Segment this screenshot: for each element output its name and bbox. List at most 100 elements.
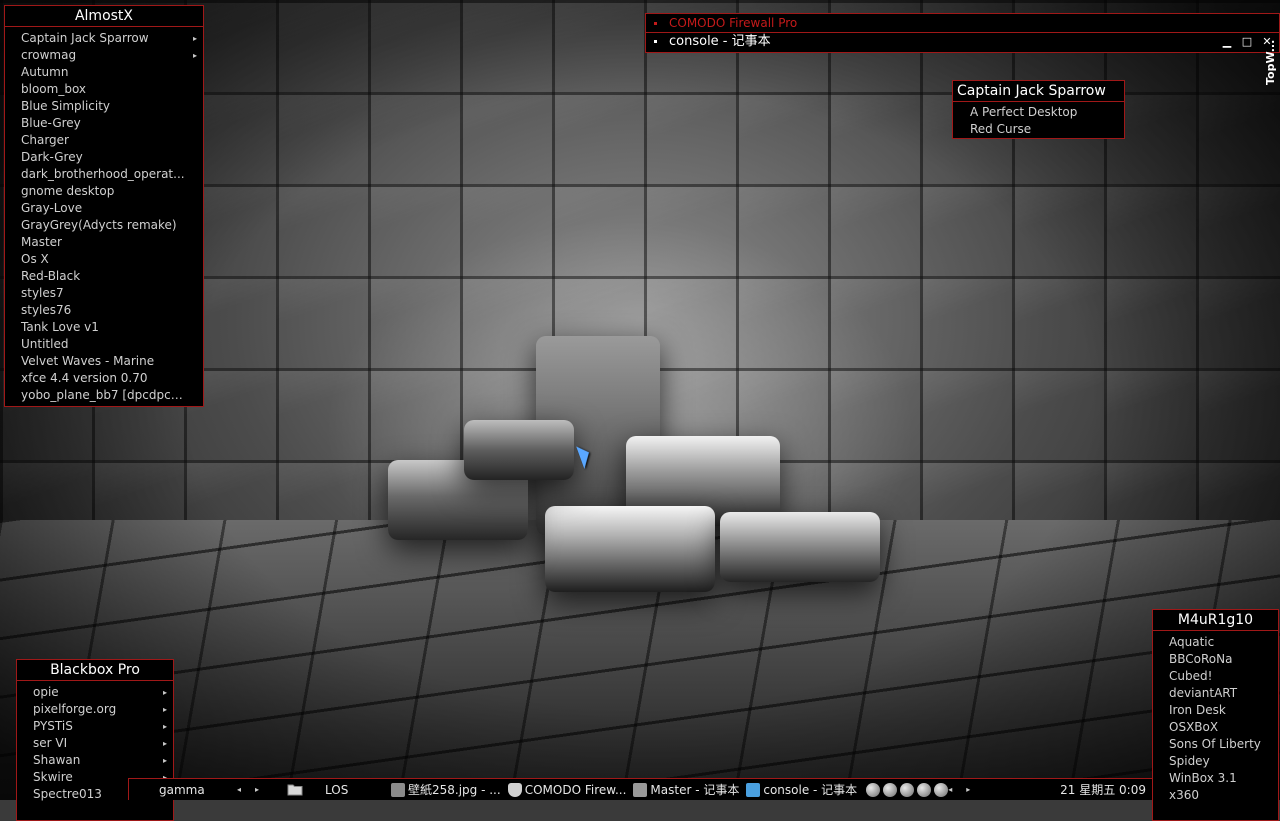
submenu-arrow-icon: ▸ [162, 739, 167, 748]
menu-item-charger[interactable]: Charger [5, 132, 203, 149]
menu-item-spidey[interactable]: Spidey [1153, 753, 1278, 770]
task-wallpaper[interactable]: 壁紙258.jpg - ... [389, 779, 506, 801]
captain-jack-sparrow-submenu: Captain Jack Sparrow A Perfect Desktop R… [952, 80, 1125, 139]
menu-item-pixelforge[interactable]: pixelforge.org ▸ [17, 701, 173, 718]
menu-item-label: opie [33, 685, 59, 699]
menu-item-tank-love[interactable]: Tank Love v1 [5, 319, 203, 336]
image-file-icon [391, 782, 405, 797]
minimize-icon[interactable]: ▁ [1221, 33, 1233, 51]
topwindow-label[interactable]: TopW... [1264, 40, 1280, 85]
submenu-list: A Perfect Desktop Red Curse [953, 102, 1124, 138]
workspace-los[interactable]: LOS [317, 779, 389, 801]
menu-item-blue-simplicity[interactable]: Blue Simplicity [5, 98, 203, 115]
system-tray [866, 782, 949, 797]
network-tray-icon[interactable] [883, 782, 898, 797]
almostx-menu: AlmostX Captain Jack Sparrow ▸ crowmag ▸ A… [4, 5, 204, 407]
menu-item-cubed[interactable]: Cubed! [1153, 668, 1278, 685]
window-list: COMODO Firewall Pro console - 记事本 ▁ □ ✕ [645, 13, 1280, 53]
submenu-arrow-icon: ▸ [192, 34, 197, 43]
menu-item-yobo-plane[interactable]: yobo_plane_bb7 [dpcdpc1... [5, 387, 203, 404]
menu-item-captain-jack-sparrow[interactable]: Captain Jack Sparrow ▸ [5, 30, 203, 47]
task-console-notepad[interactable]: console - 记事本 [744, 779, 862, 801]
menu-item-dark-grey[interactable]: Dark-Grey [5, 149, 203, 166]
window-title: console - 记事本 [669, 34, 771, 49]
submenu-arrow-icon: ▸ [162, 722, 167, 731]
shield-icon [507, 782, 522, 797]
folder-glyph [287, 784, 303, 796]
menu-item-crowmag[interactable]: crowmag ▸ [5, 47, 203, 64]
menu-item-label: PYSTiS [33, 719, 73, 733]
menu-item-shawan[interactable]: Shawan ▸ [17, 752, 173, 769]
submenu-arrow-icon: ▸ [162, 756, 167, 765]
submenu-title: Captain Jack Sparrow [953, 81, 1124, 102]
volume-tray-icon[interactable] [900, 782, 915, 797]
submenu-arrow-icon: ▸ [162, 688, 167, 697]
app2-tray-icon[interactable] [934, 782, 949, 797]
menu-item-aquatic[interactable]: Aquatic [1153, 634, 1278, 651]
menu-item-styles76[interactable]: styles76 [5, 302, 203, 319]
menu-item-graygrey[interactable]: GrayGrey(Adycts remake) [5, 217, 203, 234]
tray-prev-arrow-icon[interactable]: ◂ [948, 779, 966, 801]
menu-item-label: crowmag [21, 48, 77, 62]
menu-item-bloom-box[interactable]: bloom_box [5, 81, 203, 98]
workspace-prev-arrow-icon[interactable]: ◂ [237, 779, 255, 801]
menu-item-styles7[interactable]: styles7 [5, 285, 203, 302]
workspace-name[interactable]: gamma [129, 779, 237, 801]
notepad-icon [633, 782, 648, 797]
menu-item-iron-desk[interactable]: Iron Desk [1153, 702, 1278, 719]
menu-item-dark-brotherhood[interactable]: dark_brotherhood_operat... [5, 166, 203, 183]
task-label: COMODO Firew... [524, 782, 627, 797]
menu-item-deviantart[interactable]: deviantART [1153, 685, 1278, 702]
window-item-comodo[interactable]: COMODO Firewall Pro [646, 14, 1279, 33]
menu-item-winbox[interactable]: WinBox 3.1 [1153, 770, 1278, 787]
task-label: Master - 记事本 [650, 783, 740, 797]
menu-item-a-perfect-desktop[interactable]: A Perfect Desktop [953, 104, 1124, 121]
app-tray-icon[interactable] [917, 782, 932, 797]
menu-item-sons-of-liberty[interactable]: Sons Of Liberty [1153, 736, 1278, 753]
window-item-console[interactable]: console - 记事本 ▁ □ ✕ [646, 33, 1279, 51]
task-comodo[interactable]: COMODO Firew... [506, 779, 632, 801]
menu-item-xfce[interactable]: xfce 4.4 version 0.70 [5, 370, 203, 387]
task-label: console - 记事本 [763, 783, 858, 797]
submenu-arrow-icon: ▸ [162, 705, 167, 714]
menu-item-label: ser VI [33, 736, 68, 750]
m4ur1g10-menu-list: Aquatic BBCoRoNa Cubed! deviantART Iron … [1153, 631, 1278, 804]
menu-item-autumn[interactable]: Autumn [5, 64, 203, 81]
tray-next-arrow-icon[interactable]: ▸ [966, 779, 984, 801]
menu-item-ser-vi[interactable]: ser VI ▸ [17, 735, 173, 752]
menu-item-gray-love[interactable]: Gray-Love [5, 200, 203, 217]
menu-item-label: Skwire [33, 770, 73, 784]
m4ur1g10-menu: M4uR1g10 Aquatic BBCoRoNa Cubed! deviant… [1152, 609, 1279, 821]
menu-item-untitled[interactable]: Untitled [5, 336, 203, 353]
task-master-notepad[interactable]: Master - 记事本 [631, 779, 744, 801]
menu-item-x360[interactable]: x360 [1153, 787, 1278, 804]
submenu-arrow-icon: ▸ [192, 51, 197, 60]
menu-item-label: Captain Jack Sparrow [21, 31, 149, 45]
taskbar: gamma ◂ ▸ LOS 壁紙258.jpg - ... COMODO Fir… [128, 778, 1152, 800]
bullet-icon [654, 40, 657, 43]
menu-item-bbcorona[interactable]: BBCoRoNa [1153, 651, 1278, 668]
menu-item-master[interactable]: Master [5, 234, 203, 251]
bullet-icon [654, 22, 657, 25]
workspace-next-arrow-icon[interactable]: ▸ [255, 779, 273, 801]
menu-item-red-black[interactable]: Red-Black [5, 268, 203, 285]
menu-item-os-x[interactable]: Os X [5, 251, 203, 268]
menu-item-gnome-desktop[interactable]: gnome desktop [5, 183, 203, 200]
shield-tray-icon[interactable] [866, 782, 881, 797]
menu-item-pystis[interactable]: PYSTiS ▸ [17, 718, 173, 735]
menu-item-osxbox[interactable]: OSXBoX [1153, 719, 1278, 736]
menu-item-blue-grey[interactable]: Blue-Grey [5, 115, 203, 132]
folder-icon[interactable] [273, 779, 317, 801]
notepad-icon [746, 782, 761, 797]
menu-item-label: Shawan [33, 753, 81, 767]
almostx-menu-title: AlmostX [5, 6, 203, 27]
m4ur1g10-menu-title: M4uR1g10 [1153, 610, 1278, 631]
window-title: COMODO Firewall Pro [669, 16, 798, 30]
menu-item-velvet-waves[interactable]: Velvet Waves - Marine [5, 353, 203, 370]
almostx-menu-list: Captain Jack Sparrow ▸ crowmag ▸ Autumn bl… [5, 27, 203, 406]
menu-item-red-curse[interactable]: Red Curse [953, 121, 1124, 138]
maximize-icon[interactable]: □ [1241, 33, 1253, 51]
menu-item-label: pixelforge.org [33, 702, 117, 716]
task-label: 壁紙258.jpg - ... [408, 783, 501, 797]
menu-item-opie[interactable]: opie ▸ [17, 684, 173, 701]
